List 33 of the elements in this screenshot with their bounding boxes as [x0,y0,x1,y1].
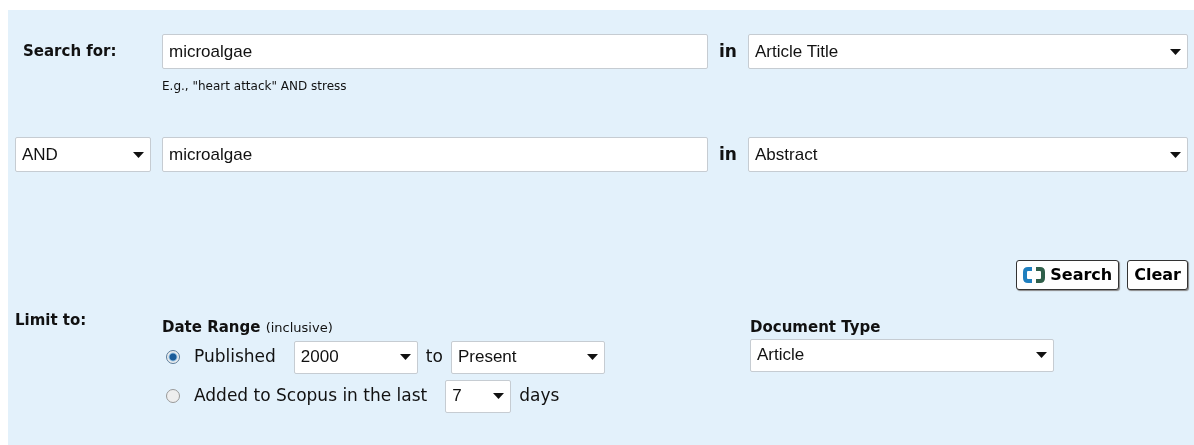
search-field[interactable]: microalgae [162,137,708,172]
caret-icon [586,354,598,360]
field-label: Search for: [23,41,117,63]
search-field[interactable]: microalgae [162,34,708,69]
caret-icon [1036,352,1047,358]
ring-icon [1023,267,1046,283]
dropdown[interactable]: Article [750,338,1054,372]
caret-icon [1170,151,1181,158]
option-label: Added to Scopus in the last [194,384,428,408]
clear-button[interactable]: Clear [1127,260,1188,290]
caret-icon [493,393,505,399]
caret-icon [1170,48,1181,55]
radio-button[interactable] [166,350,180,364]
section-title: Date Range [162,318,261,336]
hint-text: E.g., "heart attack" AND stress [162,79,347,93]
dropdown[interactable]: AND [15,137,151,172]
field-label: to [425,345,443,369]
dropdown[interactable]: Article Title [748,34,1188,69]
caret-icon [399,354,411,360]
caret-icon [133,151,144,158]
option-label: Published [194,345,276,369]
field-label: in [718,142,738,166]
dropdown[interactable]: Present [450,340,605,374]
note-text: (inclusive) [265,320,333,335]
field-label: days [519,384,560,408]
dropdown[interactable]: 7 [445,379,512,413]
section-title: Document Type [750,318,881,336]
radio-button[interactable] [166,389,180,403]
section-label: Limit to: [15,311,87,329]
dropdown[interactable]: Abstract [748,137,1188,172]
search-button[interactable]: Search [1016,260,1120,290]
dropdown[interactable]: 2000 [293,340,418,374]
field-label: in [718,39,738,63]
